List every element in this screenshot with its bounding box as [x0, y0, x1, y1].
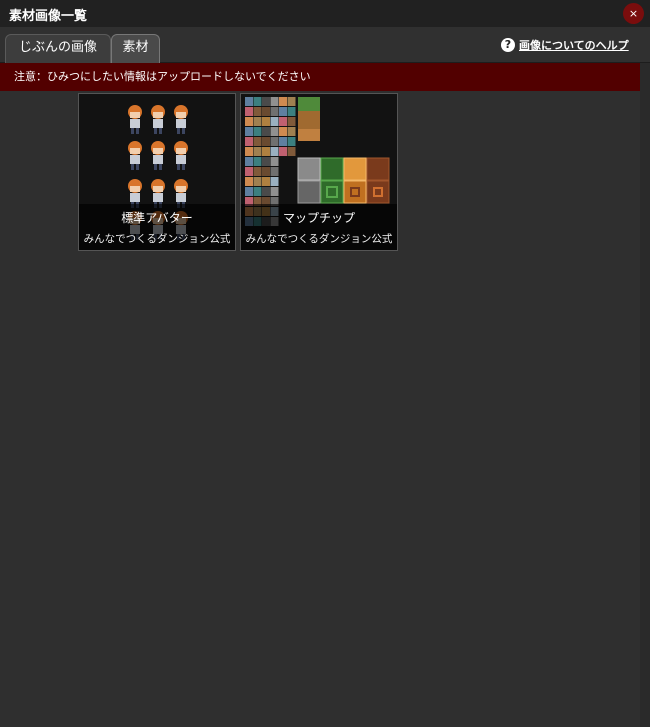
map-tile — [245, 167, 253, 176]
map-tile — [262, 147, 270, 156]
asset-name: マップチップ — [282, 211, 355, 225]
map-tile — [270, 107, 279, 116]
map-tile — [279, 127, 287, 136]
close-button[interactable]: × — [623, 3, 644, 24]
avatar-sprite — [151, 141, 165, 170]
map-tile — [262, 137, 270, 146]
map-tile — [270, 157, 279, 166]
map-tile — [270, 187, 279, 196]
map-tile — [287, 147, 296, 156]
map-tile — [279, 137, 287, 146]
map-tile — [262, 97, 270, 106]
asset-author: みんなでつくるダンジョン公式 — [83, 233, 231, 245]
map-tile — [245, 137, 253, 146]
asset-card-standard-avatar[interactable]: 標準アバター みんなでつくるダンジョン公式 — [78, 93, 236, 251]
map-tile — [287, 127, 296, 136]
avatar-sprite — [128, 105, 142, 134]
asset-card-label: マップチップ みんなでつくるダンジョン公式 — [241, 204, 397, 250]
map-tile — [270, 137, 279, 146]
map-tile — [279, 117, 287, 126]
map-tile — [245, 187, 253, 196]
map-tile — [270, 147, 279, 156]
avatar-sprite — [151, 105, 165, 134]
map-tile — [245, 117, 253, 126]
map-tile — [245, 97, 253, 106]
tab-my-images[interactable]: じぶんの画像 — [5, 34, 111, 63]
map-tile — [253, 137, 262, 146]
map-tile — [262, 187, 270, 196]
map-tile — [262, 127, 270, 136]
map-tile — [262, 107, 270, 116]
map-tile — [245, 157, 253, 166]
help-icon: ? — [501, 37, 515, 52]
asset-card-label: 標準アバター みんなでつくるダンジョン公式 — [79, 204, 235, 250]
map-tile — [253, 157, 262, 166]
warning-banner: 注意：ひみつにしたい情報はアップロードしないでください — [0, 63, 640, 91]
map-tile — [287, 117, 296, 126]
map-tile — [253, 107, 262, 116]
map-tile — [262, 167, 270, 176]
help-link[interactable]: ? 画像についてのヘルプ — [501, 36, 629, 53]
map-tile — [245, 107, 253, 116]
map-tile — [279, 147, 287, 156]
avatar-sprite — [174, 105, 188, 134]
window-title: 素材画像一覧 — [9, 9, 88, 24]
map-tile — [270, 117, 279, 126]
scrollbar-track[interactable] — [640, 63, 650, 727]
map-tile — [279, 107, 287, 116]
avatar-sprite — [174, 141, 188, 170]
asset-card-map-chip[interactable]: マップチップ みんなでつくるダンジョン公式 — [240, 93, 398, 251]
map-tile — [253, 187, 262, 196]
map-tile — [253, 97, 262, 106]
map-tile — [262, 157, 270, 166]
map-tile — [270, 127, 279, 136]
map-tile — [287, 97, 296, 106]
map-tile — [245, 177, 253, 186]
avatar-sprite — [128, 141, 142, 170]
map-tile — [245, 147, 253, 156]
map-tile — [262, 177, 270, 186]
map-tile — [245, 127, 253, 136]
asset-author: みんなでつくるダンジョン公式 — [245, 233, 393, 245]
map-tile — [253, 177, 262, 186]
map-tile — [287, 107, 296, 116]
help-link-label[interactable]: 画像についてのヘルプ — [519, 37, 629, 53]
map-tile — [253, 117, 262, 126]
map-tile — [270, 167, 279, 176]
map-tile — [279, 97, 287, 106]
map-tile — [287, 137, 296, 146]
map-tile — [253, 127, 262, 136]
map-tile — [262, 117, 270, 126]
map-tile — [270, 97, 279, 106]
window-title-bar: 素材画像一覧 × — [0, 0, 650, 27]
asset-name: 標準アバター — [121, 211, 193, 225]
map-tile — [253, 167, 262, 176]
tab-assets[interactable]: 素材 — [111, 34, 160, 63]
map-tile — [270, 177, 279, 186]
map-tile — [253, 147, 262, 156]
